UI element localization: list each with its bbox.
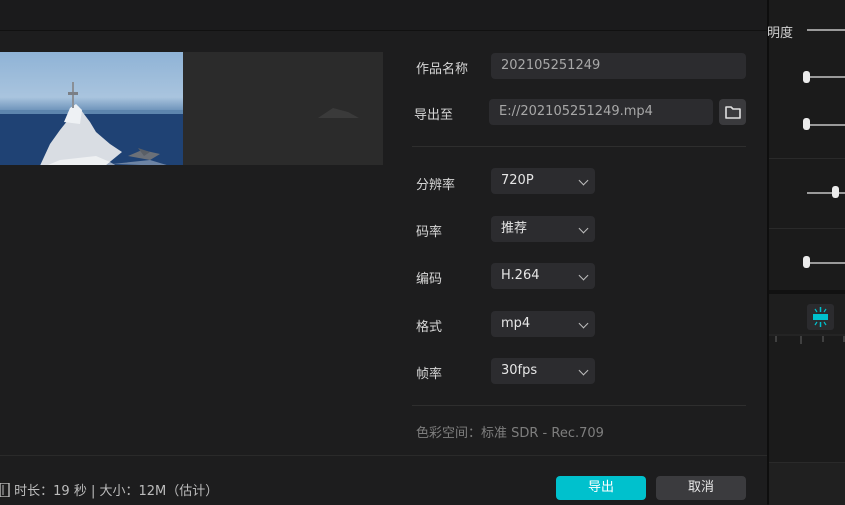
export-path-input[interactable]: E://202105251249.mp4 [489,99,713,125]
brightness-label: 明度 [767,26,794,41]
codec-select[interactable]: H.264 [491,263,595,289]
export-button[interactable]: 导出 [556,476,646,500]
bitrate-value: 推荐 [501,221,528,236]
export-info: 时长：19 秒 | 大小：12M（估计） [0,480,218,499]
chevron-down-icon [578,175,589,186]
cancel-button[interactable]: 取消 [656,476,746,500]
divider [412,405,746,406]
chevron-down-icon [578,318,589,329]
slider-knob[interactable] [803,118,810,130]
resolution-label: 分辨率 [416,178,456,193]
framerate-value: 30fps [501,363,538,378]
work-name-label: 作品名称 [416,62,469,77]
export-to-label: 导出至 [414,108,454,123]
snap-icon [813,307,828,327]
slider-knob[interactable] [803,71,810,83]
resolution-select[interactable]: 720P [491,168,595,194]
chevron-down-icon [578,270,589,281]
bitrate-label: 码率 [416,225,443,240]
browse-folder-button[interactable] [719,99,746,125]
slider-knob[interactable] [803,256,810,268]
divider [769,228,845,229]
slider-track[interactable] [807,192,845,194]
codec-label: 编码 [416,272,443,287]
brightness-slider[interactable] [807,29,845,31]
slider-track[interactable] [807,124,845,126]
divider [412,146,746,147]
format-value: mp4 [501,316,531,331]
slider-track[interactable] [807,262,845,264]
resolution-value: 720P [501,173,534,188]
dialog-header [0,0,767,31]
work-name-input[interactable]: 202105251249 [491,53,746,79]
codec-value: H.264 [501,268,540,283]
framerate-label: 帧率 [416,367,443,382]
framerate-select[interactable]: 30fps [491,358,595,384]
slider-knob[interactable] [832,186,839,198]
preview-thumbnail [0,52,183,165]
color-space-text: 色彩空间：标准 SDR - Rec.709 [416,426,604,441]
snap-button[interactable] [807,304,834,330]
format-label: 格式 [416,320,443,335]
timeline-ruler [769,334,845,344]
format-select[interactable]: mp4 [491,311,595,337]
chevron-down-icon [578,223,589,234]
bitrate-select[interactable]: 推荐 [491,216,595,242]
folder-icon [725,106,741,119]
divider [769,158,845,159]
duration-size-text: 时长：19 秒 | 大小：12M（估计） [14,484,219,499]
film-icon [0,482,10,498]
bottom-panel [769,462,845,505]
preview-blank-area [183,52,383,165]
slider-track[interactable] [807,76,845,78]
video-preview [0,52,383,165]
chevron-down-icon [578,365,589,376]
